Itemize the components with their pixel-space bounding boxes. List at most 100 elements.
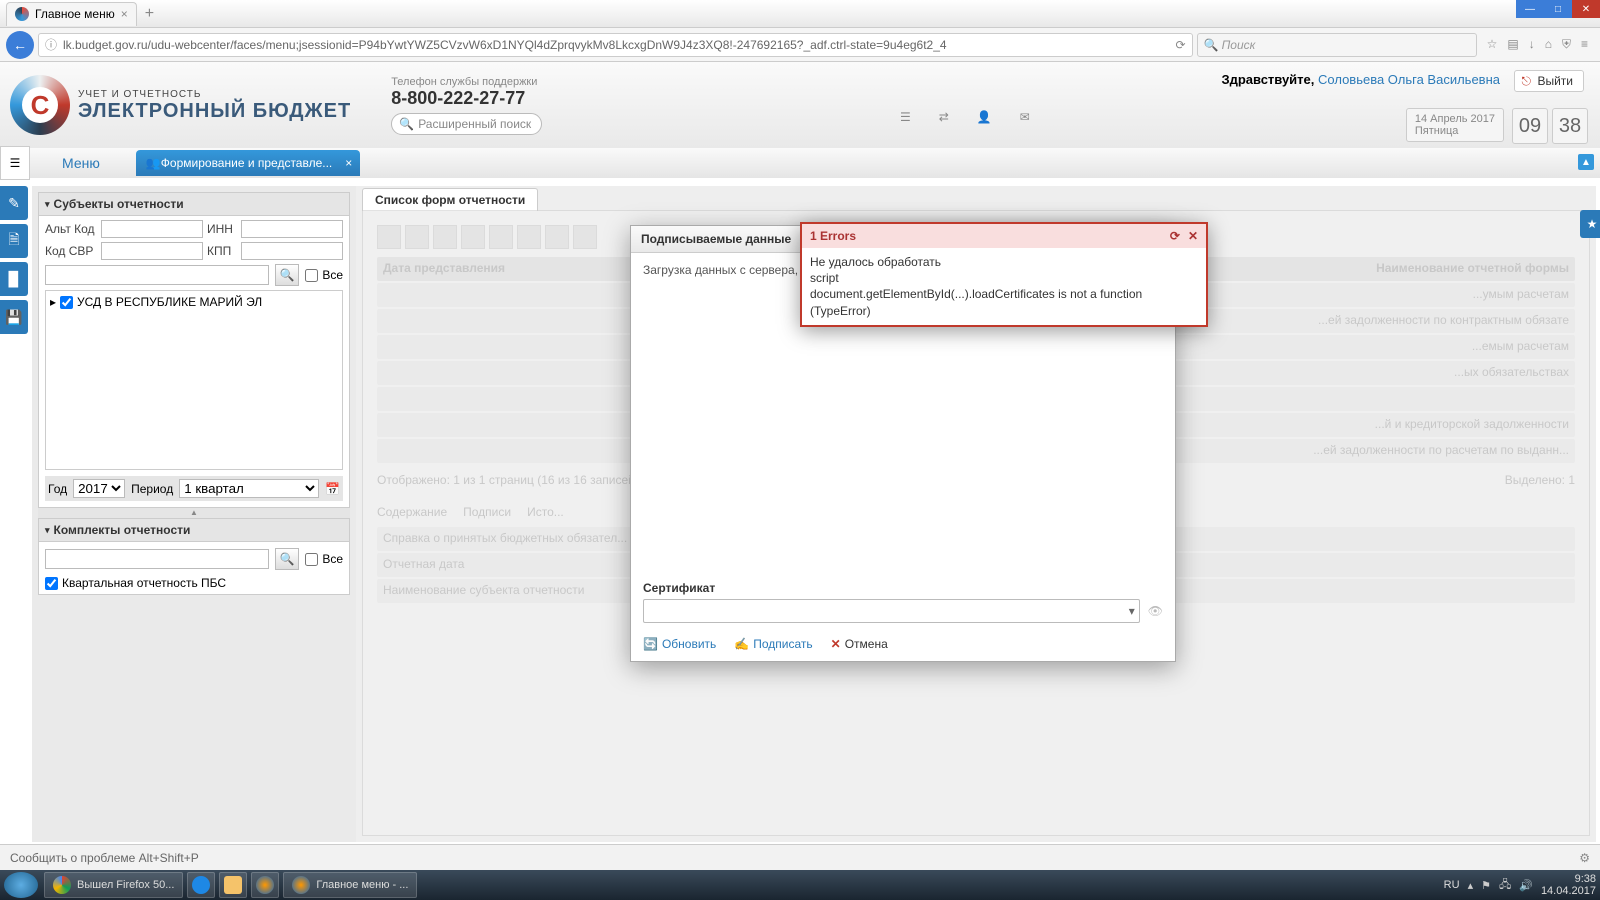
- window-close-button[interactable]: ✕: [1572, 0, 1600, 18]
- svr-code-input[interactable]: [101, 242, 203, 260]
- selected-text: Выделено: 1: [1505, 473, 1575, 487]
- tb-btn[interactable]: [405, 225, 429, 249]
- flag-icon[interactable]: ⚑: [1481, 879, 1491, 892]
- window-minimize-button[interactable]: —: [1516, 0, 1544, 18]
- site-info-icon[interactable]: ⓘ: [45, 36, 57, 53]
- sets-search-button[interactable]: 🔍: [275, 548, 299, 570]
- taskbar-item-explorer[interactable]: [219, 872, 247, 898]
- menu-bar: ☰ Меню 👥 Формирование и представле... × …: [0, 148, 1600, 178]
- alt-code-input[interactable]: [101, 220, 203, 238]
- rail-edit-icon[interactable]: ✎: [0, 186, 28, 220]
- subject-search-button[interactable]: 🔍: [275, 264, 299, 286]
- kpp-input[interactable]: [241, 242, 343, 260]
- users-icon: 👥: [146, 156, 161, 170]
- tray-clock[interactable]: 9:38 14.04.2017: [1541, 873, 1596, 897]
- error-dialog-header[interactable]: 1 Errors ⟳ ✕: [802, 224, 1206, 248]
- user-name-link[interactable]: Соловьева Ольга Васильевна: [1318, 72, 1500, 87]
- taskbar-item-firefox[interactable]: Главное меню - ...: [283, 872, 417, 898]
- cancel-button[interactable]: ✕Отмена: [831, 637, 888, 651]
- time-minutes: 38: [1552, 108, 1588, 144]
- menu-main-link[interactable]: Меню: [26, 155, 136, 171]
- svr-code-label: Код СВР: [45, 244, 97, 258]
- shield-icon[interactable]: ⛨: [1562, 37, 1571, 52]
- tb-btn[interactable]: [517, 225, 541, 249]
- sets-search-input[interactable]: [45, 549, 269, 569]
- tb-btn[interactable]: [489, 225, 513, 249]
- back-button[interactable]: ←: [6, 31, 34, 59]
- network-icon[interactable]: 🖧: [1499, 876, 1511, 895]
- volume-icon[interactable]: 🔊: [1519, 879, 1533, 892]
- reload-icon[interactable]: ⟳: [1176, 38, 1186, 52]
- period-selector: Год 2017 Период 1 квартал 📅: [45, 476, 343, 501]
- taskbar-item-firefox-pin[interactable]: [251, 872, 279, 898]
- tree-item[interactable]: ▸ УСД В РЕСПУБЛИКЕ МАРИЙ ЭЛ: [50, 295, 338, 309]
- menu-icon[interactable]: ≡: [1581, 37, 1588, 52]
- set-item[interactable]: Квартальная отчетность ПБС: [45, 576, 343, 590]
- subject-search-input[interactable]: [45, 265, 269, 285]
- header-action-icons: ☰ ⇄ 👤 ✉: [900, 110, 1030, 124]
- favorites-tab[interactable]: ★: [1580, 210, 1600, 238]
- list-icon[interactable]: ☰: [900, 110, 911, 124]
- mail-icon[interactable]: ✉: [1020, 110, 1030, 124]
- tb-btn[interactable]: [573, 225, 597, 249]
- close-tab-icon[interactable]: ×: [345, 156, 352, 170]
- subjects-tree[interactable]: ▸ УСД В РЕСПУБЛИКЕ МАРИЙ ЭЛ: [45, 290, 343, 470]
- tray-chevron-icon[interactable]: ▴: [1468, 879, 1474, 892]
- logout-button[interactable]: ⎋ Выйти: [1514, 70, 1584, 92]
- sign-button[interactable]: ✍Подписать: [734, 637, 812, 651]
- list-forms-tab[interactable]: Список форм отчетности: [362, 188, 538, 211]
- flow-icon[interactable]: ⇄: [939, 110, 949, 124]
- certificate-select[interactable]: ▾: [643, 599, 1140, 623]
- downloads-icon[interactable]: ↓: [1529, 37, 1535, 52]
- address-bar[interactable]: ⓘ lk.budget.gov.ru/udu-webcenter/faces/m…: [38, 33, 1193, 57]
- tab-content[interactable]: Содержание: [377, 505, 447, 519]
- logo-subtitle: УЧЕТ И ОТЧЕТНОСТЬ: [78, 89, 351, 100]
- tb-btn[interactable]: [461, 225, 485, 249]
- advanced-search-input[interactable]: 🔍 Расширенный поиск: [391, 113, 542, 135]
- new-tab-button[interactable]: +: [145, 5, 154, 23]
- user-icon[interactable]: 👤: [977, 110, 992, 124]
- pocket-icon[interactable]: ▤: [1507, 37, 1518, 52]
- window-maximize-button[interactable]: □: [1544, 0, 1572, 18]
- tab-history[interactable]: Исто...: [527, 505, 564, 519]
- tab-signs[interactable]: Подписи: [463, 505, 511, 519]
- collapse-header-button[interactable]: ▲: [1578, 154, 1594, 170]
- phone-number: 8-800-222-27-77: [391, 88, 542, 109]
- tb-btn[interactable]: [433, 225, 457, 249]
- period-select[interactable]: 1 квартал: [179, 479, 319, 498]
- search-placeholder: Поиск: [1222, 38, 1256, 52]
- sets-panel-header[interactable]: ▾Комплекты отчетности: [38, 518, 350, 542]
- sets-all-checkbox[interactable]: Все: [305, 552, 343, 566]
- home-icon[interactable]: ⌂: [1545, 37, 1552, 52]
- all-checkbox[interactable]: Все: [305, 268, 343, 282]
- tb-btn[interactable]: [377, 225, 401, 249]
- gear-icon[interactable]: ⚙: [1579, 851, 1590, 865]
- year-select[interactable]: 2017: [73, 479, 125, 498]
- certificate-label: Сертификат: [643, 581, 1163, 595]
- subjects-panel-header[interactable]: ▾Субъекты отчетности: [38, 192, 350, 216]
- menu-toggle-button[interactable]: ☰: [0, 146, 30, 180]
- refresh-button[interactable]: 🔄Обновить: [643, 637, 716, 651]
- bookmark-icon[interactable]: ☆: [1487, 37, 1498, 52]
- sidebar-splitter[interactable]: ▲: [38, 508, 350, 518]
- tb-btn[interactable]: [545, 225, 569, 249]
- close-icon[interactable]: ✕: [1188, 229, 1198, 243]
- menu-tab-active[interactable]: 👥 Формирование и представле... ×: [136, 150, 360, 176]
- lang-indicator[interactable]: RU: [1444, 879, 1460, 891]
- taskbar-item-ie[interactable]: [187, 872, 215, 898]
- view-cert-icon[interactable]: 👁: [1148, 604, 1163, 618]
- taskbar-item-chrome[interactable]: Вышел Firefox 50...: [44, 872, 183, 898]
- start-button[interactable]: [4, 872, 38, 898]
- browser-tab-active[interactable]: Главное меню ×: [6, 2, 137, 26]
- inn-input[interactable]: [241, 220, 343, 238]
- close-tab-icon[interactable]: ×: [121, 7, 128, 21]
- status-text[interactable]: Сообщить о проблеме Alt+Shift+P: [10, 851, 199, 865]
- browser-search[interactable]: 🔍 Поиск: [1197, 33, 1477, 57]
- calendar-icon[interactable]: 📅: [325, 482, 340, 496]
- logout-label: Выйти: [1537, 74, 1573, 88]
- rail-doc-icon[interactable]: 🗎: [0, 224, 28, 258]
- refresh-icon[interactable]: ⟳: [1170, 229, 1180, 243]
- rail-save-icon[interactable]: 💾: [0, 300, 28, 334]
- error-line: document.getElementById(...).loadCertifi…: [810, 286, 1198, 318]
- rail-book-icon[interactable]: ▉: [0, 262, 28, 296]
